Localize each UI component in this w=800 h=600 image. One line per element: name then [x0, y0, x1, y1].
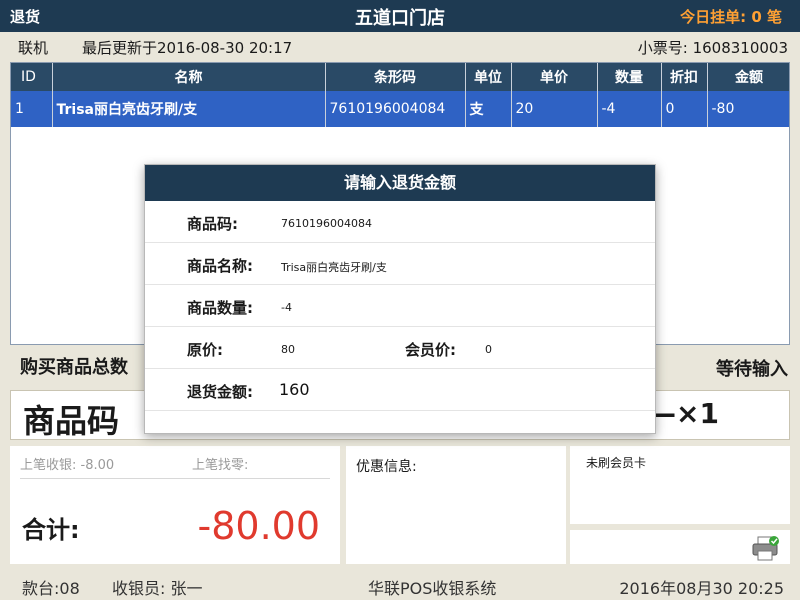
refund-amount-input[interactable]	[279, 378, 479, 400]
items-table: ID 名称 条形码 单位 单价 数量 折扣 金额 1 Trisa丽白亮齿牙刷/支…	[11, 63, 789, 127]
member-price-value: 0	[485, 343, 492, 356]
cell-id: 1	[11, 91, 53, 127]
col-header-discount[interactable]: 折扣	[661, 63, 708, 91]
connection-status: 联机	[18, 39, 49, 57]
cell-unit: 支	[465, 91, 512, 127]
printer-panel	[570, 530, 790, 564]
ticket-label: 小票号:	[637, 39, 688, 57]
col-header-unit[interactable]: 单位	[465, 63, 512, 91]
last-change: 上笔找零:	[192, 454, 248, 473]
status-footer: 款台:08 收银员: 张一 华联POS收银系统 2016年08月30 20:25	[0, 568, 800, 600]
input-status: 等待输入	[716, 359, 788, 380]
summary-panel: 上笔收银: -8.00 上笔找零: 合计: -80.00	[10, 446, 340, 564]
held-orders-label: 今日挂单:	[680, 8, 747, 26]
ticket-number: 小票号: 1608310003	[638, 37, 788, 58]
last-paid-label: 上笔收银:	[20, 458, 77, 473]
cashier-name: 收银员: 张一	[112, 579, 203, 598]
original-price-value: 80	[281, 343, 295, 356]
system-name: 华联POS收银系统	[368, 579, 497, 598]
dialog-row-name: 商品名称: Trisa丽白亮齿牙刷/支	[145, 243, 655, 285]
cell-barcode: 7610196004084	[325, 91, 466, 127]
held-orders-indicator[interactable]: 今日挂单: 0 笔	[680, 6, 782, 27]
refund-amount-label: 退货金额:	[187, 383, 253, 401]
grand-total-label: 合计:	[22, 516, 80, 544]
col-header-price[interactable]: 单价	[511, 63, 598, 91]
col-header-qty[interactable]: 数量	[597, 63, 662, 91]
col-header-name[interactable]: 名称	[52, 63, 326, 91]
last-paid-value: -8.00	[80, 458, 115, 473]
dialog-row-qty: 商品数量: -4	[145, 285, 655, 327]
dialog-row-price: 原价: 80 会员价: 0	[145, 327, 655, 369]
cell-discount: 0	[661, 91, 708, 127]
member-panel[interactable]: 未刷会员卡	[570, 446, 790, 524]
cell-amount: -80	[707, 91, 789, 127]
title-bar: 退货 五道口门店 今日挂单: 0 笔	[0, 0, 800, 32]
cell-qty: -4	[597, 91, 662, 127]
table-row[interactable]: 1 Trisa丽白亮齿牙刷/支 7610196004084 支 20 -4 0 …	[11, 91, 789, 127]
dialog-row-refund: 退货金额:	[145, 369, 655, 411]
promo-panel: 优惠信息:	[346, 446, 566, 564]
member-status: 未刷会员卡	[586, 456, 647, 470]
quantity-label: 商品数量:	[187, 299, 253, 317]
promo-label: 优惠信息:	[356, 459, 417, 475]
counter-number: 款台:08	[22, 579, 80, 598]
cell-name: Trisa丽白亮齿牙刷/支	[52, 91, 326, 127]
quantity-multiplier: —×1	[648, 397, 719, 430]
last-paid: 上笔收银: -8.00	[20, 454, 114, 473]
held-orders-count: 0	[751, 8, 762, 26]
divider	[20, 478, 330, 479]
last-change-label: 上笔找零:	[192, 458, 249, 473]
barcode-value: 7610196004084	[281, 217, 372, 230]
held-orders-unit: 笔	[766, 8, 782, 26]
table-header-row: ID 名称 条形码 单位 单价 数量 折扣 金额	[11, 63, 789, 91]
last-updated: 最后更新于2016-08-30 20:17	[82, 39, 293, 57]
dialog-row-barcode: 商品码: 7610196004084	[145, 201, 655, 243]
current-datetime: 2016年08月30 20:25	[619, 579, 784, 598]
ticket-value: 1608310003	[692, 39, 788, 57]
original-price-label: 原价:	[187, 341, 223, 359]
refund-amount-dialog: 请输入退货金额 商品码: 7610196004084 商品名称: Trisa丽白…	[144, 164, 656, 434]
product-name-value: Trisa丽白亮齿牙刷/支	[281, 261, 387, 274]
dialog-title: 请输入退货金额	[145, 165, 655, 201]
quantity-value: -4	[281, 301, 292, 314]
info-bar: 联机 最后更新于2016-08-30 20:17 小票号: 1608310003	[0, 32, 800, 62]
product-name-label: 商品名称:	[187, 257, 253, 275]
printer-icon[interactable]	[750, 534, 784, 562]
product-code-label: 商品码	[23, 402, 120, 440]
col-header-id[interactable]: ID	[11, 63, 53, 91]
col-header-amount[interactable]: 金额	[707, 63, 789, 91]
cell-price: 20	[511, 91, 598, 127]
barcode-label: 商品码:	[187, 215, 238, 233]
total-items-label: 购买商品总数	[20, 357, 128, 378]
col-header-barcode[interactable]: 条形码	[325, 63, 466, 91]
member-price-label: 会员价:	[405, 341, 456, 359]
grand-total-value: -80.00	[197, 504, 321, 548]
